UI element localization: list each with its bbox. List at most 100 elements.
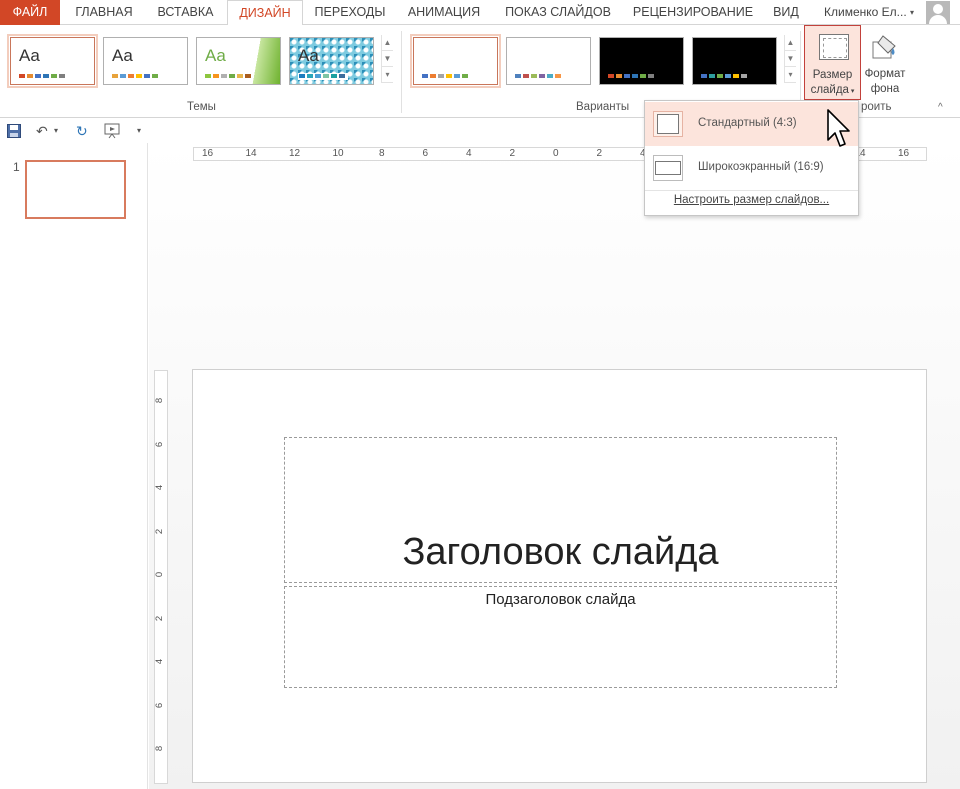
color-swatch (339, 74, 345, 78)
themes-group-label: Темы (187, 101, 216, 113)
theme-thumb-office[interactable]: Aa (7, 34, 98, 88)
color-swatch (229, 74, 235, 78)
standard-ratio-icon (653, 111, 683, 137)
color-swatch (221, 74, 227, 78)
title-placeholder[interactable]: Заголовок слайда (284, 437, 837, 583)
scroll-up-icon[interactable]: ▲ (785, 35, 796, 51)
format-background-button[interactable]: Формат фона (861, 25, 909, 100)
theme-aa-label: Aa (19, 46, 40, 65)
slide-title: Заголовок слайда (402, 531, 719, 573)
collapse-ribbon-icon[interactable]: ^ (938, 102, 943, 113)
theme-aa-label: Aa (112, 46, 133, 65)
tab-animation[interactable]: АНИМАЦИЯ (398, 0, 490, 25)
slide-canvas[interactable]: Заголовок слайда Подзаголовок слайда (192, 369, 927, 783)
gallery-more-icon[interactable]: ▾ (382, 67, 393, 83)
tab-insert[interactable]: ВСТАВКА (148, 0, 223, 25)
ruler-tick-label: 2 (596, 148, 603, 159)
ruler-tick-label: 0 (154, 571, 166, 578)
undo-icon[interactable]: ↶ (36, 122, 48, 140)
ribbon-tab-bar: ФАЙЛ ГЛАВНАЯ ВСТАВКА ДИЗАЙН ПЕРЕХОДЫ АНИ… (0, 0, 960, 26)
color-swatch (515, 74, 521, 78)
save-icon[interactable] (7, 124, 21, 138)
chevron-down-icon[interactable]: ▾ (910, 0, 914, 25)
subtitle-placeholder[interactable]: Подзаголовок слайда (284, 586, 837, 688)
color-swatch (648, 74, 654, 78)
color-swatch (640, 74, 646, 78)
ruler-tick-label: 4 (154, 658, 166, 665)
menu-separator (645, 190, 858, 191)
themes-gallery-scroll[interactable]: ▲ ▼ ▾ (381, 35, 393, 83)
redo-icon[interactable]: ↻ (76, 122, 88, 140)
slide-subtitle: Подзаголовок слайда (485, 591, 636, 608)
variants-gallery-scroll[interactable]: ▲ ▼ ▾ (784, 35, 796, 83)
ruler-tick-label: 8 (154, 397, 166, 404)
scroll-up-icon[interactable]: ▲ (382, 35, 393, 51)
color-swatch (237, 74, 243, 78)
color-swatch (205, 74, 211, 78)
color-swatch (438, 74, 444, 78)
slide-size-button[interactable]: Размер слайда ▾ (804, 25, 861, 100)
color-swatch (136, 74, 142, 78)
scroll-down-icon[interactable]: ▼ (382, 51, 393, 67)
ruler-tick-label: 4 (154, 484, 166, 491)
chevron-down-icon: ▾ (848, 88, 855, 95)
color-swatch (299, 74, 305, 78)
tab-review[interactable]: РЕЦЕНЗИРОВАНИЕ (626, 0, 760, 25)
slide-editor: 1614121086420246810121416 864202468 Заго… (149, 143, 960, 789)
color-swatch (608, 74, 614, 78)
color-swatch (43, 74, 49, 78)
color-swatch (555, 74, 561, 78)
ruler-tick-label: 0 (553, 148, 559, 159)
color-swatch (523, 74, 529, 78)
ruler-tick-label: 8 (379, 148, 385, 159)
undo-dropdown-icon[interactable]: ▾ (54, 122, 58, 140)
color-swatch (446, 74, 452, 78)
gallery-more-icon[interactable]: ▾ (785, 67, 796, 83)
color-swatch (430, 74, 436, 78)
color-swatch (624, 74, 630, 78)
tab-file[interactable]: ФАЙЛ (0, 0, 60, 25)
variant-thumb-3[interactable] (599, 37, 684, 85)
color-swatch (717, 74, 723, 78)
color-swatch (701, 74, 707, 78)
start-slideshow-icon[interactable] (104, 123, 122, 139)
vertical-ruler[interactable]: 8 6 4 2 0 2 4 6 8 (154, 370, 168, 784)
color-swatch (35, 74, 41, 78)
color-swatch (245, 74, 251, 78)
variant-thumb-2[interactable] (506, 37, 591, 85)
slide-thumbnail[interactable] (25, 160, 126, 219)
variant-thumb-1[interactable] (410, 34, 501, 88)
widescreen-ratio-icon (653, 155, 683, 181)
ruler-tick-label: 16 (202, 148, 214, 159)
theme-thumb-2[interactable]: Aa (103, 37, 188, 85)
group-divider (401, 31, 402, 113)
user-account-name[interactable]: Клименко Ел... (824, 0, 907, 25)
menu-item-standard-label: Стандартный (4:3) (698, 117, 797, 129)
ruler-tick-label: 14 (245, 148, 257, 159)
ruler-tick-label: 8 (154, 745, 166, 752)
scroll-down-icon[interactable]: ▼ (785, 51, 796, 67)
menu-item-widescreen[interactable]: Широкоэкранный (16:9) (645, 146, 858, 190)
menu-item-custom-size[interactable]: Настроить размер слайдов... (645, 194, 858, 206)
ruler-tick-label: 2 (154, 615, 166, 621)
color-swatch (547, 74, 553, 78)
tab-view[interactable]: ВИД (766, 0, 806, 25)
theme-thumb-4[interactable]: Aa (289, 37, 374, 85)
color-swatch (725, 74, 731, 78)
color-swatch (331, 74, 337, 78)
avatar[interactable] (926, 1, 950, 24)
customize-qat-icon[interactable]: ▾ (137, 122, 141, 140)
theme-thumb-3[interactable]: Aa (196, 37, 281, 85)
powerpoint-window: ФАЙЛ ГЛАВНАЯ ВСТАВКА ДИЗАЙН ПЕРЕХОДЫ АНИ… (0, 0, 960, 789)
color-swatch (128, 74, 134, 78)
tab-slideshow[interactable]: ПОКАЗ СЛАЙДОВ (496, 0, 620, 25)
tab-home[interactable]: ГЛАВНАЯ (66, 0, 142, 25)
ruler-tick-label: 6 (422, 148, 429, 159)
theme-aa-label: Aa (205, 46, 226, 65)
variant-thumb-4[interactable] (692, 37, 777, 85)
color-swatch (616, 74, 622, 78)
slide-size-label-line2: слайда (810, 84, 849, 96)
tab-design[interactable]: ДИЗАЙН (227, 0, 303, 26)
tab-transitions[interactable]: ПЕРЕХОДЫ (308, 0, 392, 25)
ruler-tick-label: 10 (332, 148, 344, 159)
